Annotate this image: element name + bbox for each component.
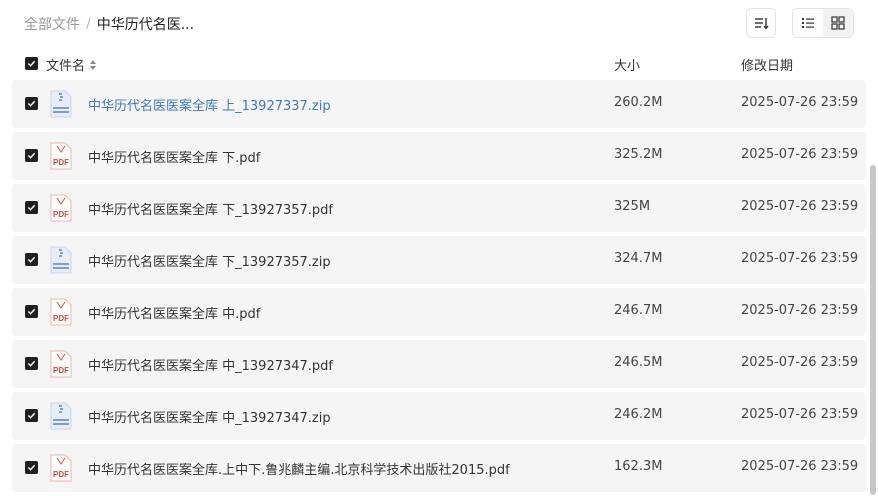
row-checkbox[interactable] — [25, 97, 38, 110]
pdf-icon-label: PDF — [53, 314, 69, 323]
list-view-button[interactable] — [793, 9, 823, 37]
check-icon — [27, 308, 36, 315]
zip-file-icon — [50, 246, 72, 274]
breadcrumb-separator: / — [86, 16, 91, 32]
check-icon — [27, 360, 36, 367]
pdf-icon-label: PDF — [53, 158, 69, 167]
pdf-icon-label: PDF — [53, 470, 69, 479]
file-name[interactable]: 中华历代名医医案全库.上中下.鲁兆麟主编.北京科学技术出版社2015.pdf — [88, 459, 510, 478]
grid-view-button[interactable] — [823, 9, 853, 37]
file-size: 246.7M — [614, 303, 663, 318]
view-toggle — [792, 8, 854, 38]
pdf-file-icon: PDF — [50, 298, 72, 326]
file-modified: 2025-07-26 23:59 — [741, 407, 859, 422]
scrollbar-thumb[interactable] — [870, 165, 876, 495]
file-modified: 2025-07-26 23:59 — [741, 199, 859, 214]
file-row[interactable]: PDF 中华历代名医医案全库 中.pdf 246.7M 2025-07-26 2… — [12, 288, 866, 336]
check-icon — [27, 412, 36, 419]
file-row[interactable]: 中华历代名医医案全库 下_13927357.zip 324.7M 2025-07… — [12, 236, 866, 284]
file-size: 246.2M — [614, 407, 663, 422]
pdf-file-icon: PDF — [50, 194, 72, 222]
check-icon — [27, 204, 36, 211]
file-name[interactable]: 中华历代名医医案全库 下.pdf — [88, 147, 260, 166]
file-modified: 2025-07-26 23:59 — [741, 303, 859, 318]
select-all-checkbox[interactable] — [25, 57, 38, 70]
file-modified: 2025-07-26 23:59 — [741, 147, 859, 162]
file-name[interactable]: 中华历代名医医案全库 上_13927337.zip — [88, 95, 331, 114]
file-list: 中华历代名医医案全库 上_13927337.zip 260.2M 2025-07… — [12, 80, 866, 496]
file-row[interactable]: 中华历代名医医案全库 上_13927337.zip 260.2M 2025-07… — [12, 80, 866, 128]
file-modified: 2025-07-26 23:59 — [741, 95, 859, 110]
file-row[interactable]: 中华历代名医医案全库 中_13927347.zip 246.2M 2025-07… — [12, 392, 866, 440]
sort-button[interactable] — [746, 8, 776, 38]
check-icon — [27, 152, 36, 159]
grid-icon — [831, 16, 845, 30]
name-column-header[interactable]: 文件名 — [46, 55, 97, 74]
check-icon — [27, 60, 36, 67]
pdf-file-icon: PDF — [50, 454, 72, 482]
check-icon — [27, 100, 36, 107]
sort-toggle-icon[interactable] — [89, 59, 97, 71]
file-modified: 2025-07-26 23:59 — [741, 459, 859, 474]
row-checkbox[interactable] — [25, 409, 38, 422]
name-column-label: 文件名 — [46, 59, 86, 74]
size-column-header[interactable]: 大小 — [614, 55, 640, 74]
row-checkbox[interactable] — [25, 305, 38, 318]
file-row[interactable]: PDF 中华历代名医医案全库 中_13927347.pdf 246.5M 202… — [12, 340, 866, 388]
file-row[interactable]: PDF 中华历代名医医案全库.上中下.鲁兆麟主编.北京科学技术出版社2015.p… — [12, 444, 866, 492]
zip-file-icon — [50, 402, 72, 430]
file-size: 260.2M — [614, 95, 663, 110]
breadcrumb-current: 中华历代名医... — [96, 17, 195, 33]
toolbar — [746, 8, 854, 38]
breadcrumb-root[interactable]: 全部文件 — [24, 14, 80, 34]
check-icon — [27, 464, 36, 471]
file-name[interactable]: 中华历代名医医案全库 中_13927347.zip — [88, 407, 331, 426]
file-size: 324.7M — [614, 251, 663, 266]
modified-column-header[interactable]: 修改日期 — [741, 55, 793, 74]
file-modified: 2025-07-26 23:59 — [741, 355, 859, 370]
file-name[interactable]: 中华历代名医医案全库 下_13927357.pdf — [88, 199, 333, 218]
breadcrumb: 全部文件 / 中华历代名医... — [24, 14, 194, 34]
list-icon — [802, 18, 814, 28]
file-name[interactable]: 中华历代名医医案全库 下_13927357.zip — [88, 251, 331, 270]
file-size: 246.5M — [614, 355, 663, 370]
pdf-file-icon: PDF — [50, 142, 72, 170]
file-row[interactable]: PDF 中华历代名医医案全库 下_13927357.pdf 325M 2025-… — [12, 184, 866, 232]
row-checkbox[interactable] — [25, 149, 38, 162]
check-icon — [27, 256, 36, 263]
sort-icon — [755, 18, 769, 30]
pdf-icon-label: PDF — [53, 366, 69, 375]
file-modified: 2025-07-26 23:59 — [741, 251, 859, 266]
row-checkbox[interactable] — [25, 357, 38, 370]
table-header: 文件名 大小 修改日期 — [0, 52, 866, 76]
file-size: 325.2M — [614, 147, 663, 162]
pdf-file-icon: PDF — [50, 350, 72, 378]
row-checkbox[interactable] — [25, 461, 38, 474]
file-size: 325M — [614, 199, 651, 214]
pdf-icon-label: PDF — [53, 210, 69, 219]
zip-file-icon — [50, 90, 72, 118]
file-name[interactable]: 中华历代名医医案全库 中.pdf — [88, 303, 260, 322]
file-size: 162.3M — [614, 459, 663, 474]
file-row[interactable]: PDF 中华历代名医医案全库 下.pdf 325.2M 2025-07-26 2… — [12, 132, 866, 180]
row-checkbox[interactable] — [25, 253, 38, 266]
row-checkbox[interactable] — [25, 201, 38, 214]
file-name[interactable]: 中华历代名医医案全库 中_13927347.pdf — [88, 355, 333, 374]
